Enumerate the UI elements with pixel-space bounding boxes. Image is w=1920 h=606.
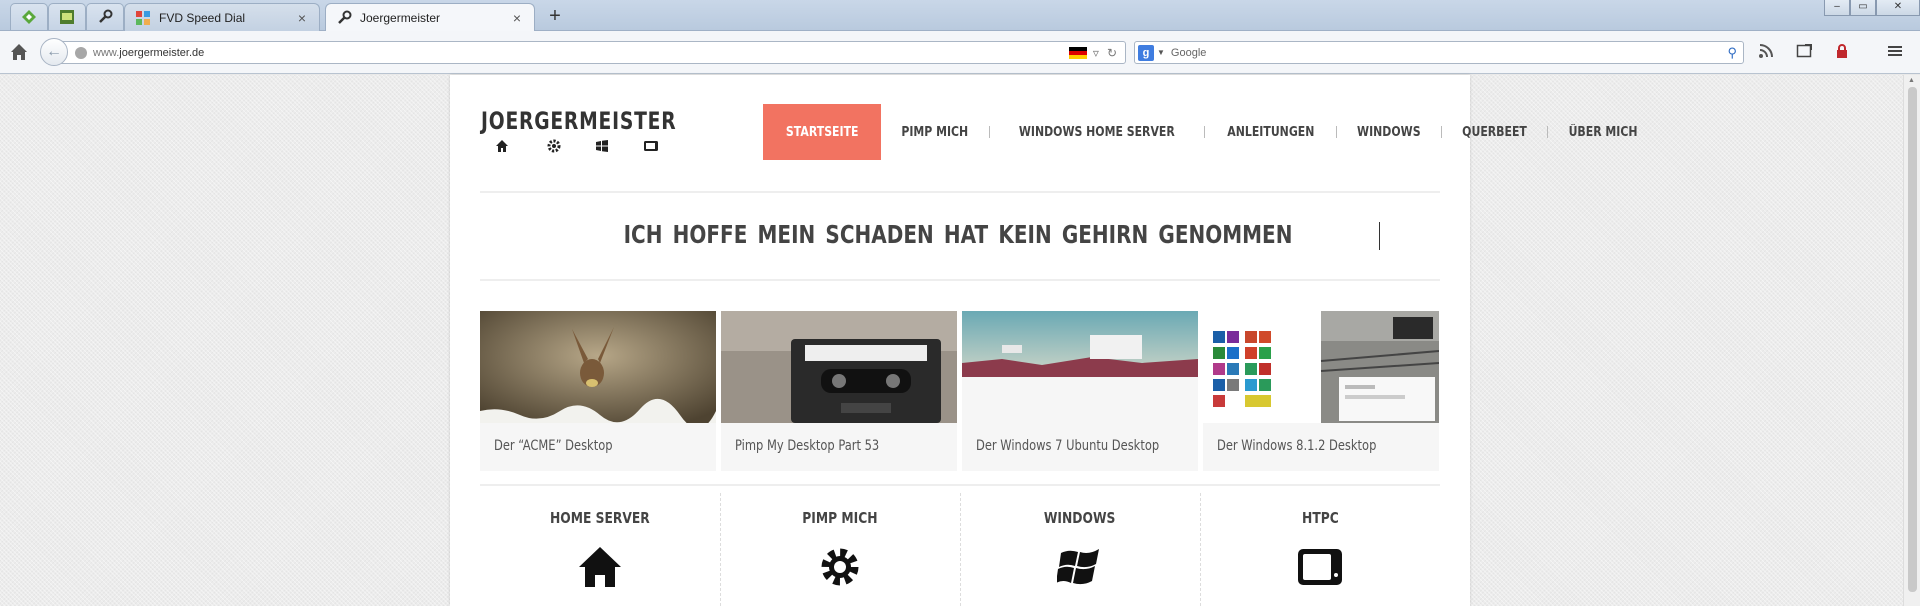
divider [480, 279, 1440, 281]
back-icon: ← [46, 43, 62, 60]
wrench-icon [99, 9, 113, 23]
window-controls: – ▭ ✕ [1824, 0, 1920, 16]
tab-title: FVD Speed Dial [159, 10, 246, 25]
minimize-button[interactable]: – [1824, 0, 1850, 16]
tv-icon [644, 141, 658, 151]
gear-icon [547, 139, 561, 153]
post-title[interactable]: Pimp My Desktop Part 53 [735, 438, 911, 454]
pinned-tab-3[interactable] [86, 3, 124, 30]
category-title[interactable]: HOME SERVER [480, 509, 720, 527]
search-bar[interactable]: g ▼ Google ⚲ [1134, 41, 1744, 64]
post-thumbnail[interactable] [721, 311, 957, 423]
featured-posts: Der “ACME” Desktop Pimp My Desktop Part … [480, 311, 1440, 471]
rss-icon[interactable] [1756, 43, 1776, 63]
tv-icon[interactable] [1297, 545, 1343, 589]
site-container: JOERGERMEISTER STARTSEITE PIMP MICH WIND… [450, 75, 1637, 606]
diamond-icon [22, 10, 36, 24]
home-icon[interactable] [8, 41, 30, 63]
category-grid: HOME SERVER PIMP MICH WINDOWS HTPC [480, 493, 1440, 606]
navigation-toolbar: www.joergermeister.de ▿ ↻ ← g ▼ Google ⚲ [0, 31, 1920, 74]
gear-icon[interactable] [817, 545, 863, 589]
fvd-icon [136, 10, 150, 25]
logo-text: JOERGERMEISTER [481, 107, 677, 135]
home-icon[interactable] [577, 545, 623, 589]
category-title[interactable]: WINDOWS [960, 509, 1200, 527]
post-title[interactable]: Der “ACME” Desktop [494, 438, 639, 454]
refresh-icon[interactable]: ↻ [1107, 46, 1117, 60]
menu-icon[interactable] [1885, 43, 1905, 63]
post-title[interactable]: Der Windows 7 Ubuntu Desktop [976, 438, 1199, 454]
wrench-icon [338, 10, 352, 24]
new-tab-button[interactable]: + [545, 6, 565, 26]
nav-windows-home-server[interactable]: WINDOWS HOME SERVER [990, 104, 1204, 160]
post-card[interactable]: Der Windows 7 Ubuntu Desktop [962, 311, 1198, 471]
globe-icon [75, 46, 87, 59]
category-htpc[interactable]: HTPC [1200, 493, 1440, 606]
category-home-server[interactable]: HOME SERVER [480, 493, 720, 606]
scroll-up-icon[interactable]: ▲ [1908, 77, 1915, 84]
post-card[interactable]: Pimp My Desktop Part 53 [721, 311, 957, 471]
nav-startseite[interactable]: STARTSEITE [763, 104, 882, 160]
category-windows[interactable]: WINDOWS [960, 493, 1200, 606]
vertical-scrollbar[interactable]: ▲ [1903, 75, 1920, 606]
address-bar[interactable]: www.joergermeister.de ▿ ↻ [58, 41, 1126, 64]
post-title[interactable]: Der Windows 8.1.2 Desktop [1217, 438, 1411, 454]
pinned-tab-1[interactable] [10, 3, 48, 30]
page-viewport: JOERGERMEISTER STARTSEITE PIMP MICH WIND… [0, 75, 1920, 606]
divider [480, 484, 1440, 486]
url-text[interactable]: www.joergermeister.de [93, 47, 1069, 59]
engine-dropdown-icon[interactable]: ▼ [1157, 48, 1165, 57]
dropdown-icon[interactable]: ▿ [1093, 46, 1099, 60]
scrollbar-thumb[interactable] [1908, 87, 1917, 592]
post-card[interactable]: Der “ACME” Desktop [480, 311, 716, 471]
tab-strip: FVD Speed Dial × Joergermeister × + – ▭ … [0, 0, 1920, 32]
pinned-tab-2[interactable] [48, 3, 86, 30]
lock-icon[interactable] [1832, 43, 1852, 63]
nav-querbeet[interactable]: QUERBEET [1442, 104, 1547, 160]
main-nav: STARTSEITE PIMP MICH WINDOWS HOME SERVER… [763, 104, 1658, 160]
category-title[interactable]: PIMP MICH [720, 509, 960, 527]
close-tab-icon[interactable]: × [510, 10, 524, 26]
nav-ueber-mich[interactable]: ÜBER MICH [1548, 104, 1658, 160]
close-window-button[interactable]: ✕ [1876, 0, 1920, 16]
search-icon[interactable]: ⚲ [1727, 45, 1737, 61]
back-button[interactable]: ← [40, 38, 68, 66]
divider [480, 191, 1440, 193]
post-thumbnail[interactable] [1203, 311, 1439, 423]
post-card[interactable]: Der Windows 8.1.2 Desktop [1203, 311, 1439, 471]
nav-windows[interactable]: WINDOWS [1337, 104, 1441, 160]
close-tab-icon[interactable]: × [295, 10, 309, 26]
google-icon[interactable]: g [1138, 44, 1154, 61]
tab-fvd-speed-dial[interactable]: FVD Speed Dial × [124, 3, 320, 31]
post-thumbnail[interactable] [962, 311, 1198, 423]
category-pimp-mich[interactable]: PIMP MICH [720, 493, 960, 606]
tagline: ICH HOFFE MEIN SCHADEN HAT KEIN GEHIRN G… [480, 220, 1440, 250]
home-icon [496, 140, 508, 152]
fullscreen-icon[interactable] [1794, 43, 1814, 63]
speed-dial-icon [60, 10, 74, 24]
windows-icon [596, 140, 608, 152]
nav-pimp-mich[interactable]: PIMP MICH [881, 104, 989, 160]
search-input[interactable]: Google [1171, 47, 1728, 59]
post-thumbnail[interactable] [480, 311, 716, 423]
flag-de-icon[interactable] [1068, 46, 1087, 59]
category-title[interactable]: HTPC [1200, 509, 1440, 527]
text-cursor [1378, 222, 1380, 250]
windows-icon[interactable] [1056, 545, 1103, 589]
maximize-button[interactable]: ▭ [1850, 0, 1876, 16]
site-logo[interactable]: JOERGERMEISTER [481, 107, 681, 157]
tab-joergermeister[interactable]: Joergermeister × [325, 3, 535, 32]
tab-title: Joergermeister [360, 11, 441, 25]
nav-anleitungen[interactable]: ANLEITUNGEN [1205, 104, 1337, 160]
